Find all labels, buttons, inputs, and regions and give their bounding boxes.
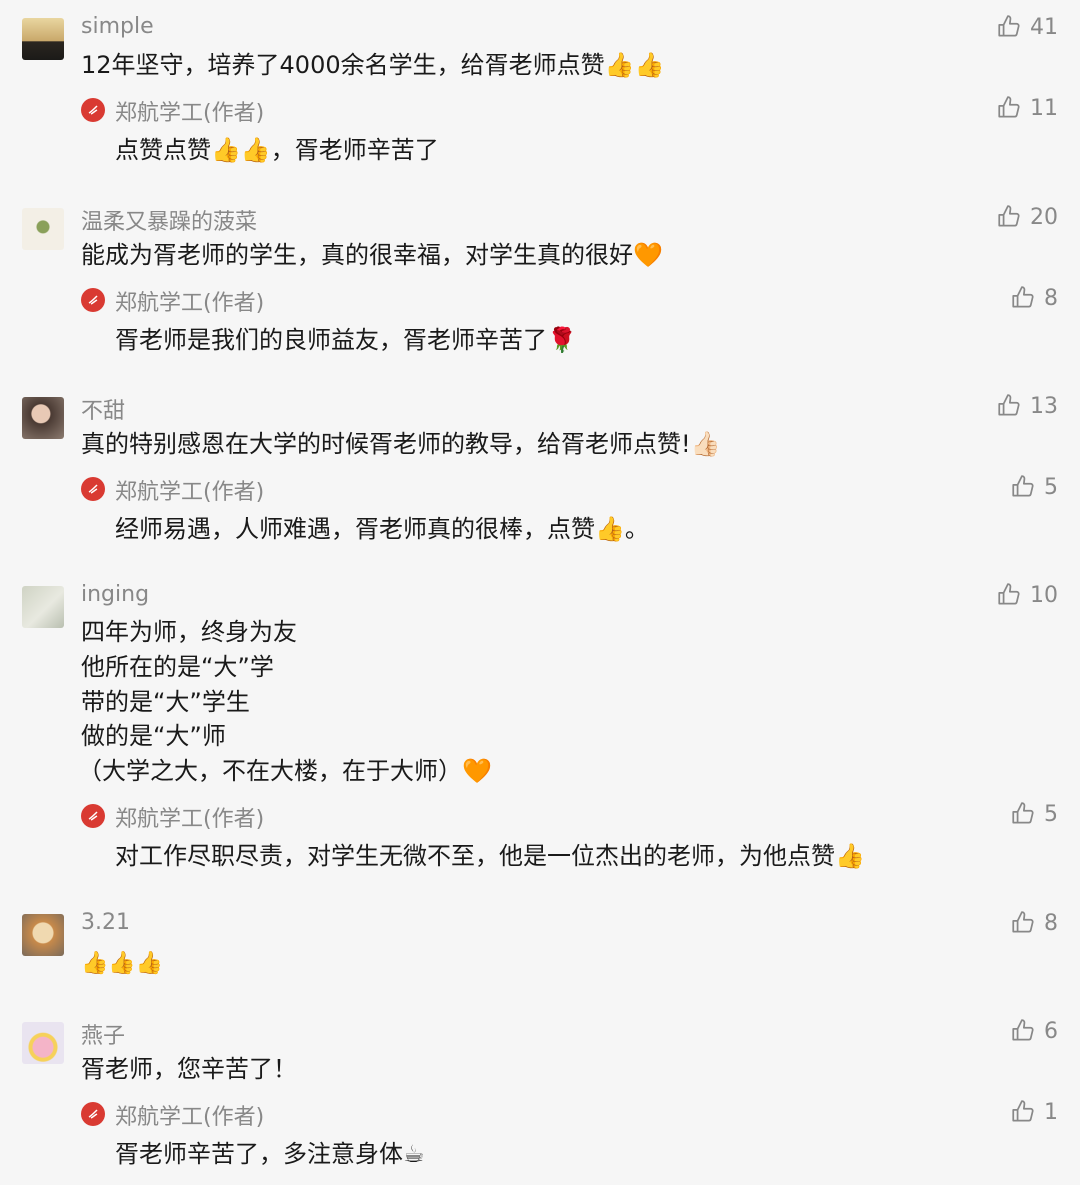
thumbs-up-icon — [1010, 474, 1036, 500]
comment-text: 胥老师，您辛苦了！ — [81, 1055, 297, 1083]
reply-text: 胥老师是我们的良师益友，胥老师辛苦了🌹 — [115, 326, 577, 354]
comment-text: 👍👍👍 — [81, 951, 164, 976]
commenter-name[interactable]: simple — [81, 14, 154, 39]
like-count: 8 — [1044, 910, 1058, 936]
avatar[interactable] — [22, 208, 64, 250]
like-count: 1 — [1044, 1099, 1058, 1125]
commenter-name[interactable]: 3.21 — [81, 910, 130, 935]
author-logo-icon — [81, 804, 105, 828]
comment-text-line: 带的是“大”学生 — [81, 688, 250, 716]
like-count: 10 — [1030, 582, 1058, 608]
reply-text: 胥老师辛苦了，多注意身体☕ — [115, 1140, 425, 1168]
avatar[interactable] — [22, 1022, 64, 1064]
comment-text: 真的特别感恩在大学的时候胥老师的教导，给胥老师点赞!👍🏻 — [81, 430, 721, 458]
like-button[interactable]: 6 — [1010, 1018, 1058, 1044]
author-logo-icon — [81, 288, 105, 312]
thumbs-up-icon — [1010, 285, 1036, 311]
like-count: 11 — [1030, 95, 1058, 121]
reply-text: 经师易遇，人师难遇，胥老师真的很棒，点赞👍。 — [115, 515, 649, 543]
reply-author: 郑航学工(作者) — [115, 1105, 265, 1130]
reply-like-button[interactable]: 5 — [1010, 801, 1058, 827]
reply-author: 郑航学工(作者) — [115, 291, 265, 316]
reply-text: 点赞点赞👍👍，胥老师辛苦了 — [115, 136, 439, 164]
thumbs-up-icon — [1010, 801, 1036, 827]
like-count: 8 — [1044, 285, 1058, 311]
like-button[interactable]: 20 — [996, 204, 1058, 230]
thumbs-up-icon — [996, 582, 1022, 608]
like-count: 6 — [1044, 1018, 1058, 1044]
reply-author: 郑航学工(作者) — [115, 807, 265, 832]
thumbs-up-icon — [996, 14, 1022, 40]
reply-author: 郑航学工(作者) — [115, 101, 265, 126]
commenter-name[interactable]: 温柔又暴躁的菠菜 — [81, 204, 257, 236]
avatar[interactable] — [22, 586, 64, 628]
reply-text: 对工作尽职尽责，对学生无微不至，他是一位杰出的老师，为他点赞👍 — [115, 842, 865, 870]
author-logo-icon — [81, 1102, 105, 1126]
author-logo-icon — [81, 477, 105, 501]
like-count: 13 — [1030, 393, 1058, 419]
thumbs-up-icon — [1010, 1099, 1036, 1125]
comment-text-line: （大学之大，不在大楼，在于大师）🧡 — [78, 757, 492, 785]
like-button[interactable]: 41 — [996, 14, 1058, 40]
thumbs-up-icon — [1010, 1018, 1036, 1044]
thumbs-up-icon — [1010, 910, 1036, 936]
reply-like-button[interactable]: 8 — [1010, 285, 1058, 311]
avatar[interactable] — [22, 914, 64, 956]
comment-text: 12年坚守，培养了4000余名学生，给胥老师点赞👍👍 — [81, 51, 665, 79]
avatar[interactable] — [22, 397, 64, 439]
like-button[interactable]: 8 — [1010, 910, 1058, 936]
like-count: 20 — [1030, 204, 1058, 230]
like-button[interactable]: 10 — [996, 582, 1058, 608]
reply-like-button[interactable]: 5 — [1010, 474, 1058, 500]
commenter-name[interactable]: inging — [81, 582, 149, 607]
like-count: 5 — [1044, 474, 1058, 500]
comment-text-line: 四年为师，终身为友 — [81, 618, 297, 646]
thumbs-up-icon — [996, 393, 1022, 419]
like-count: 5 — [1044, 801, 1058, 827]
reply-like-button[interactable]: 11 — [996, 95, 1058, 121]
commenter-name[interactable]: 不甜 — [81, 393, 125, 425]
reply-like-button[interactable]: 1 — [1010, 1099, 1058, 1125]
comment-text-line: 做的是“大”师 — [81, 722, 226, 750]
comment-text: 能成为胥老师的学生，真的很幸福，对学生真的很好🧡 — [81, 241, 663, 269]
thumbs-up-icon — [996, 204, 1022, 230]
comment-text-line: 他所在的是“大”学 — [81, 653, 274, 681]
like-count: 41 — [1030, 14, 1058, 40]
thumbs-up-icon — [996, 95, 1022, 121]
commenter-name[interactable]: 燕子 — [81, 1018, 125, 1050]
author-logo-icon — [81, 98, 105, 122]
like-button[interactable]: 13 — [996, 393, 1058, 419]
reply-author: 郑航学工(作者) — [115, 480, 265, 505]
avatar[interactable] — [22, 18, 64, 60]
